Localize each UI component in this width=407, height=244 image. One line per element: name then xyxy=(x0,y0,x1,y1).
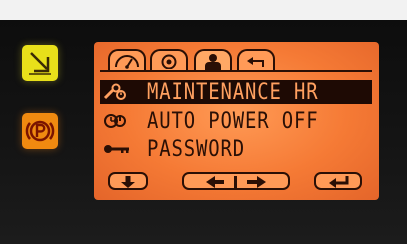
operator-icon xyxy=(205,54,221,70)
top-band xyxy=(0,0,407,20)
menu-item-label: AUTO POWER OFF xyxy=(147,109,319,134)
lcd-display: MAINTENANCE HR AUTO POWER OFF PASSWORD xyxy=(94,42,379,200)
menu-item-auto-power-off[interactable]: AUTO POWER OFF xyxy=(100,109,372,134)
tab-return[interactable] xyxy=(237,49,275,70)
parking-brake-icon xyxy=(25,120,55,142)
tab-divider xyxy=(100,70,372,72)
arrow-left-right-softkey[interactable] xyxy=(182,172,290,190)
arrow-down-softkey[interactable] xyxy=(108,172,148,190)
menu-item-label: MAINTENANCE HR xyxy=(147,80,319,105)
key-icon xyxy=(104,145,129,153)
menu-item-label: PASSWORD xyxy=(147,137,246,162)
fuel-gauge-icon xyxy=(115,55,139,69)
auto-power-icon xyxy=(104,114,126,128)
arrow-left-right-icon xyxy=(206,176,266,188)
maintenance-wrench-icon xyxy=(103,83,126,100)
tab-operator[interactable] xyxy=(194,49,232,72)
enter-softkey[interactable] xyxy=(314,172,362,190)
tab-fuel[interactable] xyxy=(108,49,146,70)
tire-icon xyxy=(161,54,177,69)
return-arrow-icon xyxy=(247,57,264,67)
menu-item-maintenance-hr[interactable]: MAINTENANCE HR xyxy=(100,80,372,105)
menu-item-password[interactable]: PASSWORD xyxy=(100,137,372,162)
parking-brake-button[interactable] xyxy=(22,113,58,149)
enter-icon xyxy=(329,176,349,188)
diagonal-arrow-icon xyxy=(29,52,51,75)
diagonal-arrow-button[interactable] xyxy=(22,45,58,81)
tab-tire[interactable] xyxy=(150,49,188,70)
arrow-down-icon xyxy=(121,176,135,188)
